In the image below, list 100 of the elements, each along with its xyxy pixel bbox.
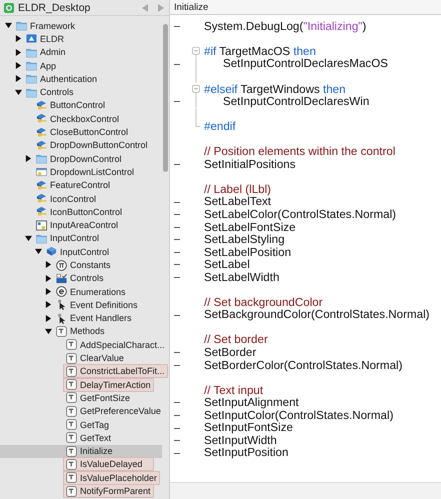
tree-row[interactable]: Methods (0, 324, 162, 338)
tree-item[interactable]: IsValuePlaceholder (63, 470, 160, 485)
tree-row[interactable]: GetTag (0, 418, 162, 432)
tree-item[interactable]: Controls (23, 85, 77, 100)
disclosure-triangle[interactable] (43, 326, 53, 336)
tree-row[interactable]: Enumerations (0, 284, 162, 298)
tree-item[interactable]: NotifyFormParent (63, 484, 154, 498)
tree-row[interactable]: IconButtonControl (0, 205, 162, 218)
tree-row[interactable]: InputAreaControl (0, 218, 162, 232)
tree-item[interactable]: IconButtonControl (33, 204, 126, 219)
tree-item[interactable]: DelayTimerAction (63, 378, 154, 392)
tree-row[interactable]: FeatureControl (0, 178, 162, 192)
tree-row[interactable]: CloseButtonControl (0, 125, 162, 139)
tree-row[interactable]: NotifyFormParent (0, 484, 162, 498)
tree-row[interactable]: InputControl (0, 245, 162, 258)
code-line: SetLabelColor(ControlStates.Normal) (204, 208, 396, 221)
disclosure-triangle[interactable] (43, 286, 53, 297)
tree-row[interactable]: Controls (0, 85, 162, 99)
code-line: SetInputAlignment (204, 396, 299, 410)
tree-item[interactable]: GetText (63, 430, 114, 445)
disclosure-triangle[interactable] (23, 154, 33, 164)
disclosure-triangle[interactable] (13, 74, 23, 84)
tree-row[interactable]: InputControl (0, 232, 162, 246)
tree-row[interactable]: Constants (0, 258, 162, 272)
code-line: SetInputPosition (204, 446, 288, 460)
tree-row[interactable]: Initialize (0, 444, 162, 458)
tree-item[interactable]: CloseButtonControl (33, 125, 132, 140)
disclosure-triangle[interactable] (3, 20, 13, 31)
tree-row[interactable]: GetText (0, 431, 162, 444)
tree-item[interactable]: Framework (13, 18, 78, 33)
tree-item[interactable]: ConstrictLabelToFit... (63, 364, 168, 378)
scrollbar-thumb[interactable] (163, 24, 168, 172)
tree-row[interactable]: IsValueDelayed (0, 458, 162, 472)
tree-item[interactable]: FeatureControl (33, 178, 114, 192)
fold-toggle[interactable] (192, 45, 200, 58)
tree-item[interactable]: DropDownButtonControl (33, 138, 151, 152)
tree-item[interactable]: InputAreaControl (33, 218, 122, 232)
tree-item[interactable]: Initialize (63, 444, 116, 458)
tree-row[interactable]: Authentication (0, 72, 162, 86)
disclosure-triangle[interactable] (23, 233, 33, 244)
tree-item[interactable]: GetPreferenceValue (63, 404, 164, 418)
tree-item[interactable]: Event Handlers (53, 311, 135, 326)
disclosure-triangle[interactable] (43, 260, 53, 270)
tree-item[interactable]: App (23, 58, 60, 73)
disclosure-triangle[interactable] (13, 87, 23, 98)
disclosure-triangle[interactable] (43, 273, 53, 284)
tree-item[interactable]: Constants (53, 258, 114, 272)
method-icon (66, 432, 77, 444)
tree-row[interactable]: App (0, 58, 162, 72)
tree-row[interactable]: ButtonControl (0, 98, 162, 112)
tree-item[interactable]: IsValueDelayed (63, 457, 154, 472)
disclosure-triangle[interactable] (43, 300, 53, 310)
tree-row[interactable]: Event Definitions (0, 298, 162, 312)
tree-row[interactable]: Framework (0, 19, 162, 32)
tree-item[interactable]: ELDR (23, 32, 68, 46)
tree-row[interactable]: Controls (0, 272, 162, 285)
tree-item[interactable]: IconControl (33, 192, 100, 206)
tree-item[interactable]: GetTag (63, 418, 112, 432)
code-line: #elseif TargetWindows then (204, 82, 346, 96)
tree-item[interactable]: Admin (23, 45, 69, 60)
tree-item[interactable]: ButtonControl (33, 98, 108, 112)
code-line: #if TargetMacOS then (204, 44, 316, 58)
tree-item[interactable]: InputControl (43, 244, 112, 259)
disclosure-triangle[interactable] (43, 313, 53, 324)
tree-row[interactable]: DropDownControl (0, 152, 162, 166)
tree-item[interactable]: Controls (53, 271, 107, 286)
tree-item[interactable]: CheckboxControl (33, 112, 122, 126)
tree-row[interactable]: GetFontSize (0, 391, 162, 405)
tree-row[interactable]: Admin (0, 46, 162, 59)
tree-item[interactable]: GetFontSize (63, 390, 134, 405)
tree-item[interactable]: DropdownListControl (33, 164, 138, 179)
tree-item[interactable]: ClearValue (63, 351, 127, 366)
window-icon (36, 166, 47, 178)
code-line: SetBorder (204, 346, 256, 359)
tree-row[interactable]: CheckboxControl (0, 112, 162, 126)
disclosure-triangle[interactable] (13, 47, 23, 58)
method-tab[interactable]: Initialize (170, 0, 441, 15)
folder-icon (36, 153, 47, 164)
tree-row[interactable]: IsValuePlaceholder (0, 471, 162, 484)
tree-row[interactable]: ELDR (0, 32, 162, 46)
tree-row[interactable]: IconControl (0, 192, 162, 206)
tree-row[interactable]: DropdownListControl (0, 165, 162, 179)
tree-item[interactable]: Methods (53, 324, 108, 338)
code-line: SetInitialPositions (204, 158, 296, 171)
horizontal-scrollbar[interactable] (170, 482, 441, 499)
disclosure-triangle[interactable] (13, 34, 23, 44)
tree-row[interactable]: DelayTimerAction (0, 378, 162, 392)
tree-row[interactable]: DropDownButtonControl (0, 138, 162, 152)
tree-row[interactable]: Event Handlers (0, 312, 162, 325)
disclosure-triangle[interactable] (13, 60, 23, 71)
tree-item[interactable]: Event Definitions (53, 298, 141, 312)
tree-row[interactable]: ClearValue (0, 351, 162, 365)
tree-item[interactable]: Enumerations (53, 284, 129, 299)
tree-item[interactable]: DropDownControl (33, 152, 125, 166)
tree-item[interactable]: Authentication (23, 72, 100, 86)
tree-row[interactable]: GetPreferenceValue (0, 404, 162, 418)
disclosure-triangle[interactable] (33, 246, 43, 257)
fold-toggle[interactable] (192, 82, 200, 96)
method-icon (66, 366, 77, 377)
tree-item[interactable]: InputControl (33, 231, 102, 246)
